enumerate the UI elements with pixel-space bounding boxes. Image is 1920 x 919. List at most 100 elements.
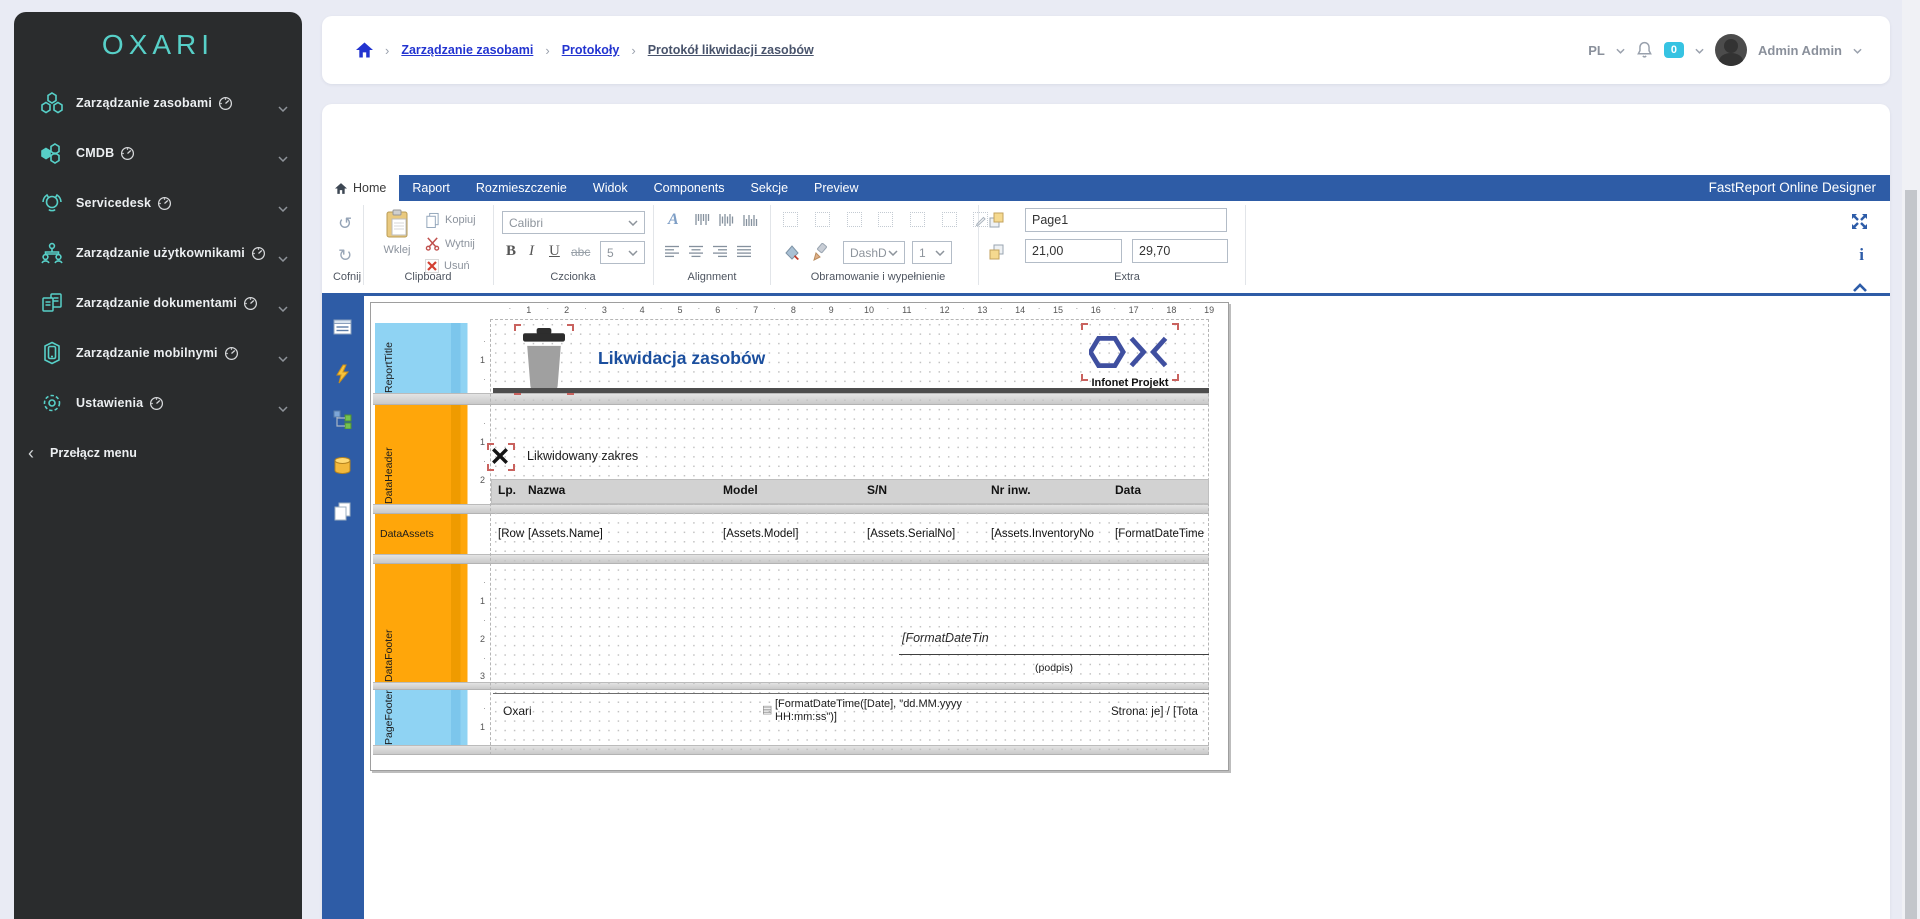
pagefooter-date-expr[interactable]: [FormatDateTime([Date], "dd.MM.yyyy HH:m… <box>775 698 973 726</box>
align-justify-button[interactable] <box>736 245 752 258</box>
sidebar-toggle[interactable]: ‹ Przełącz menu <box>14 428 302 478</box>
bold-button[interactable]: B <box>506 243 516 260</box>
strikethrough-button[interactable]: abc <box>571 245 590 259</box>
data-source-icon[interactable] <box>333 456 353 476</box>
page-scrollbar[interactable] <box>1902 0 1920 919</box>
bring-forward-button[interactable] <box>988 211 1005 228</box>
page-height-input[interactable] <box>1132 239 1228 263</box>
fill-color-button[interactable] <box>783 243 801 261</box>
checkbox-x-object[interactable] <box>487 443 515 471</box>
tab-rozmieszczenie[interactable]: Rozmieszczenie <box>463 175 580 201</box>
breadcrumb-link-protokoly[interactable]: Protokoły <box>562 43 620 57</box>
align-left-button[interactable] <box>664 245 680 258</box>
sidebar-item-zarzadzanie-dokumentami[interactable]: Zarządzanie dokumentami <box>14 278 302 328</box>
table-header-cell[interactable]: Lp. <box>498 483 524 497</box>
band-dataheader[interactable]: DataHeader <box>375 405 478 504</box>
border-preset-button-2[interactable] <box>815 212 830 227</box>
bell-icon[interactable] <box>1636 41 1653 59</box>
page-name-input[interactable] <box>1025 208 1227 232</box>
avatar[interactable] <box>1714 34 1747 66</box>
report-page[interactable]: 1 · 2 · 3 · 4 · 5 · 6 · 7 · 8 · 9 · 10 · 11 · 12 · 13 · 14 · 15 · 16 · 1… <box>370 302 1229 771</box>
band-dataassets[interactable]: DataAssets <box>375 514 478 554</box>
tab-widok[interactable]: Widok <box>580 175 641 201</box>
border-preset-button-3[interactable] <box>847 212 862 227</box>
section-label-text[interactable]: Likwidowany zakres <box>519 443 681 469</box>
breadcrumb-link-protokol-likwidacji-zasobow[interactable]: Protokół likwidacji zasobów <box>648 43 814 57</box>
cut-button[interactable]: Wytnij <box>425 236 475 251</box>
chevron-down-icon[interactable] <box>1853 41 1862 59</box>
company-logo-object[interactable] <box>1081 323 1179 381</box>
table-field-cell[interactable]: [Row <box>498 528 524 540</box>
sidebar-item-zarzadzanie-zasobami[interactable]: Zarządzanie zasobami <box>14 78 302 128</box>
table-field-cell[interactable]: [Assets.SerialNo] <box>867 528 985 540</box>
pagefooter-left-text[interactable]: Oxari <box>499 700 603 722</box>
band-reporttitle[interactable]: ReportTitle <box>375 323 478 393</box>
valign-center-button[interactable] <box>718 213 734 228</box>
copy-button[interactable]: Kopiuj <box>425 212 476 228</box>
table-field-cell[interactable]: [FormatDateTime <box>1115 528 1207 540</box>
properties-icon[interactable] <box>333 318 353 338</box>
tab-home[interactable]: Home <box>322 175 400 201</box>
signature-caption[interactable]: (podpis) <box>899 658 1209 680</box>
table-header-cell[interactable]: Model <box>723 483 861 497</box>
border-dash-select[interactable]: DashD <box>843 241 905 264</box>
sidebar-item-servicedesk[interactable]: Servicedesk <box>14 178 302 228</box>
table-field-cell[interactable]: [Assets.Name] <box>528 528 716 540</box>
tab-components[interactable]: Components <box>641 175 738 201</box>
language-selector[interactable]: PL <box>1588 43 1605 58</box>
border-preset-button-5[interactable] <box>910 212 925 227</box>
fullscreen-icon[interactable] <box>1851 213 1868 235</box>
underline-button[interactable]: U <box>549 243 560 260</box>
home-icon[interactable] <box>356 42 373 58</box>
align-right-button[interactable] <box>712 245 728 258</box>
title-separator-line[interactable] <box>493 388 1209 393</box>
font-size-select[interactable]: 5 <box>600 241 645 264</box>
user-name[interactable]: Admin Admin <box>1758 43 1842 58</box>
band-datafooter[interactable]: DataFooter <box>375 564 478 682</box>
tab-raport[interactable]: Raport <box>399 175 463 201</box>
align-center-button[interactable] <box>688 245 704 258</box>
italic-button[interactable]: I <box>529 243 534 260</box>
pagefooter-page-number[interactable]: Strona: je] / [Tota <box>1111 701 1209 723</box>
border-preset-button-7[interactable] <box>973 212 988 227</box>
border-preset-button-6[interactable] <box>942 212 957 227</box>
band-pagefooter[interactable]: PageFooter <box>375 690 478 745</box>
page-width-input[interactable] <box>1025 239 1122 263</box>
paste-button[interactable]: Wklej <box>376 209 418 256</box>
border-preset-button-1[interactable] <box>783 212 798 227</box>
valign-bottom-button[interactable] <box>742 213 758 228</box>
notification-badge[interactable]: 0 <box>1663 42 1684 58</box>
font-family-select[interactable]: Calibri <box>502 211 645 234</box>
signature-line[interactable] <box>899 654 1209 655</box>
border-preset-button-4[interactable] <box>878 212 893 227</box>
redo-button[interactable]: ↻ <box>338 247 352 264</box>
table-header-cell[interactable]: Nazwa <box>528 483 716 497</box>
sidebar-item-zarzadzanie-mobilnymi[interactable]: Zarządzanie mobilnymi <box>14 328 302 378</box>
border-width-select[interactable]: 1 <box>912 241 952 264</box>
trash-image-object[interactable] <box>514 324 574 395</box>
table-header-cell[interactable]: Data <box>1115 483 1207 497</box>
brush-icon[interactable] <box>811 243 829 261</box>
table-field-cell[interactable]: [Assets.Model] <box>723 528 861 540</box>
sidebar-item-cmdb[interactable]: CMDB <box>14 128 302 178</box>
report-tree-icon[interactable] <box>333 410 353 430</box>
tab-sekcje[interactable]: Sekcje <box>738 175 802 201</box>
table-header-cell[interactable]: S/N <box>867 483 985 497</box>
datafooter-date-expr[interactable]: [FormatDateTin <box>902 631 1012 653</box>
valign-top-button[interactable] <box>694 213 710 228</box>
sidebar-item-ustawienia[interactable]: Ustawienia <box>14 378 302 428</box>
breadcrumb-link-zarzadzanie-zasobami[interactable]: Zarządzanie zasobami <box>401 43 533 57</box>
font-color-button[interactable]: A <box>668 211 679 229</box>
scrollbar-thumb[interactable] <box>1905 190 1917 919</box>
events-icon[interactable] <box>333 364 353 384</box>
info-icon[interactable]: i <box>1859 245 1864 265</box>
report-title-text[interactable]: Likwidacja zasobów <box>598 341 864 375</box>
undo-button[interactable]: ↺ <box>338 215 352 232</box>
table-header-cell[interactable]: Nr inw. <box>991 483 1109 497</box>
pagefooter-top-line[interactable] <box>493 693 1209 694</box>
send-backward-button[interactable] <box>988 243 1005 260</box>
sidebar-item-zarzadzanie-uzytkownikami[interactable]: Zarządzanie użytkownikami <box>14 228 302 278</box>
table-field-cell[interactable]: [Assets.InventoryNo <box>991 528 1109 540</box>
chevron-down-icon[interactable] <box>1695 41 1704 59</box>
tab-preview[interactable]: Preview <box>801 175 871 201</box>
